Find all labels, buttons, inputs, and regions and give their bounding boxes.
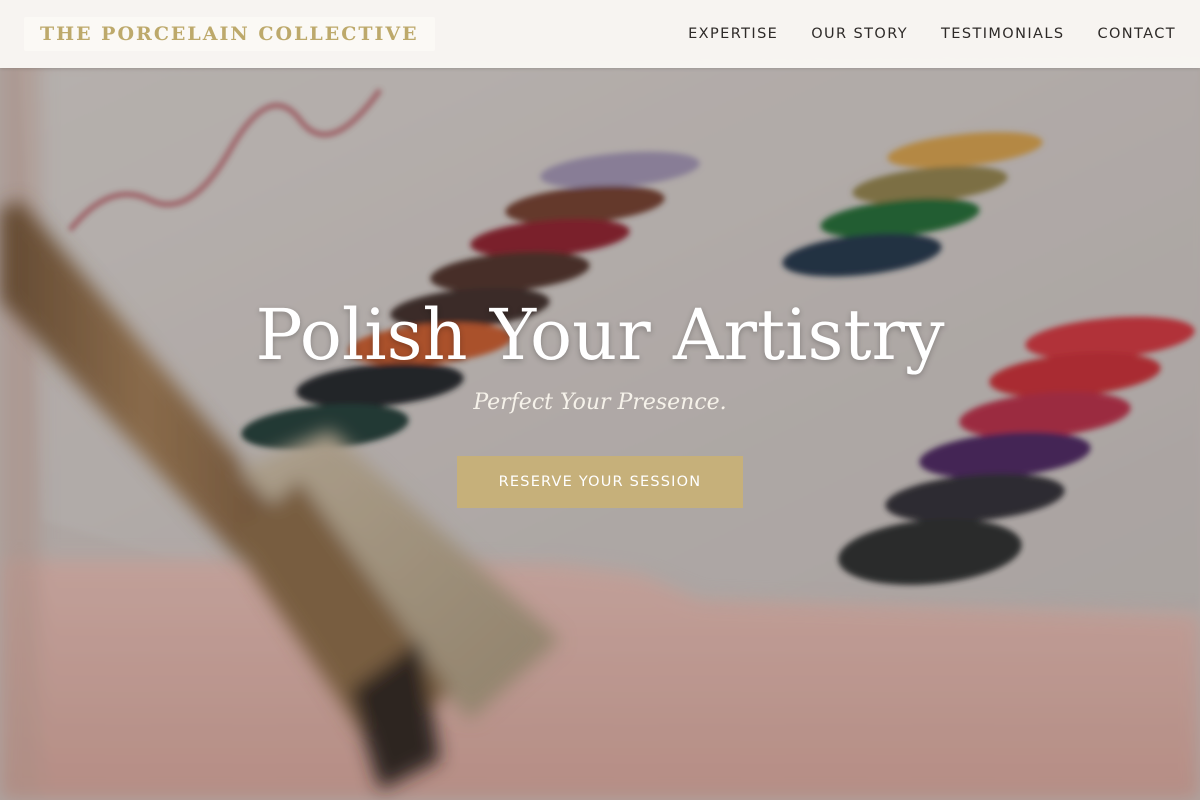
nav-link-contact[interactable]: CONTACT	[1097, 26, 1176, 42]
hero-content: Polish Your Artistry Perfect Your Presen…	[0, 290, 1200, 508]
nav-link-testimonials[interactable]: TESTIMONIALS	[941, 26, 1064, 42]
nav-link-our-story[interactable]: OUR STORY	[811, 26, 908, 42]
hero-subtitle: Perfect Your Presence.	[473, 390, 727, 415]
main-nav: EXPERTISE OUR STORY TESTIMONIALS CONTACT	[688, 26, 1176, 42]
top-navbar: THE PORCELAIN COLLECTIVE EXPERTISE OUR S…	[0, 0, 1200, 68]
hero-title: Polish Your Artistry	[255, 294, 945, 376]
brand-logo[interactable]: THE PORCELAIN COLLECTIVE	[24, 17, 435, 51]
reserve-session-button[interactable]: RESERVE YOUR SESSION	[457, 456, 743, 508]
nav-link-expertise[interactable]: EXPERTISE	[688, 26, 778, 42]
